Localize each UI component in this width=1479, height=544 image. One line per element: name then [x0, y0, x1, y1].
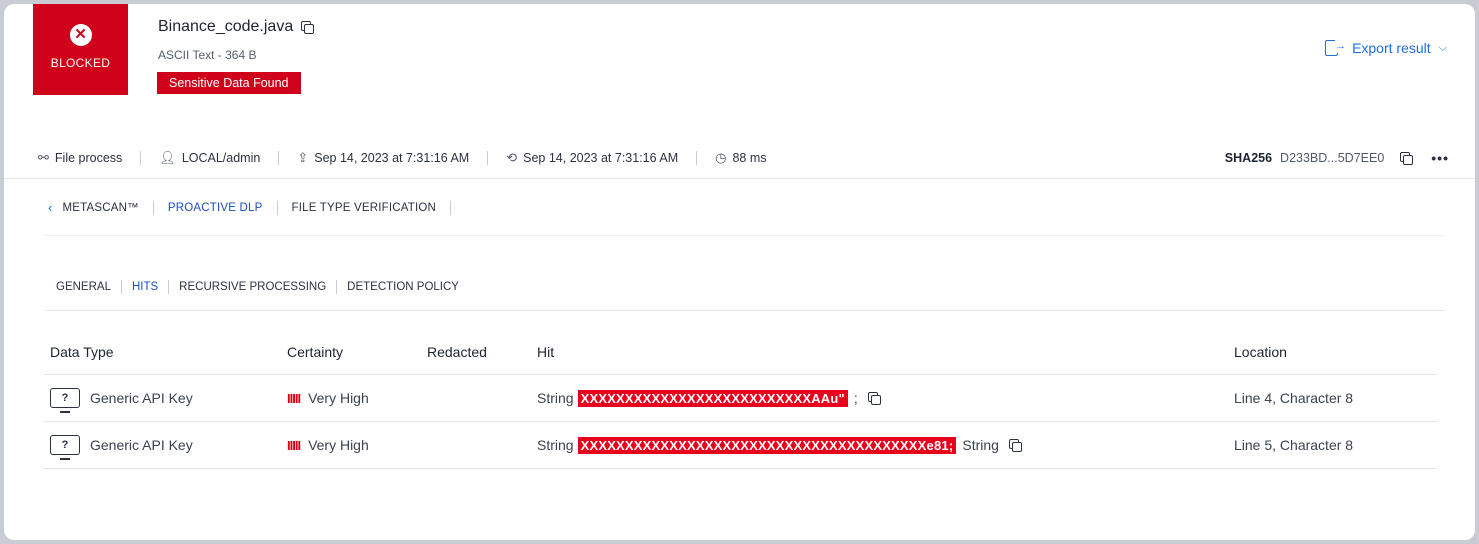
tab-file-type-verification[interactable]: FILE TYPE VERIFICATION	[292, 202, 437, 214]
column-header-location[interactable]: Location	[1234, 330, 1287, 374]
divider	[450, 200, 452, 215]
more-options-icon[interactable]: •••	[1431, 150, 1449, 166]
monitor-question-icon: ?	[50, 435, 80, 460]
hit-prefix: String	[537, 437, 574, 453]
column-header-redacted[interactable]: Redacted	[427, 330, 487, 374]
divider	[487, 151, 489, 165]
certainty-cell: IIIII Very High	[287, 375, 369, 421]
location-cell: Line 4, Character 8	[1234, 390, 1354, 406]
process-icon: ⚯	[38, 150, 49, 165]
file-name: Binance_code.java	[158, 18, 294, 35]
location-cell: Line 5, Character 8	[1234, 437, 1354, 453]
divider	[4, 178, 1475, 179]
hits-table: Data Type Certainty Redacted Hit Locatio…	[44, 330, 1437, 469]
copy-icon[interactable]	[301, 20, 315, 34]
certainty-label: Very High	[308, 437, 369, 453]
hit-cell: String XXXXXXXXXXXXXXXXXXXXXXXXXXAAu" ;	[537, 375, 881, 421]
sha256-info: SHA256 D233BD...5D7EE0 •••	[1225, 150, 1449, 166]
hash-value: D233BD...5D7EE0	[1280, 151, 1385, 165]
scan-result-panel: ✕ BLOCKED Binance_code.java ASCII Text -…	[4, 4, 1475, 540]
export-icon	[1325, 39, 1347, 56]
divider	[278, 151, 280, 165]
table-header: Data Type Certainty Redacted Hit Locatio…	[44, 330, 1437, 375]
upload-time-info: ⇪ Sep 14, 2023 at 7:31:16 AM	[297, 150, 469, 166]
divider	[276, 200, 278, 215]
divider	[168, 280, 170, 294]
divider	[44, 310, 1445, 311]
clock-icon: ◷	[715, 150, 727, 165]
data-type-cell: ? Generic API Key	[50, 422, 193, 468]
user-icon: 👤︎	[159, 150, 176, 165]
engine-tabs: ‹ METASCAN™ PROACTIVE DLP FILE TYPE VERI…	[48, 200, 465, 215]
user-info: 👤︎ LOCAL/admin	[159, 150, 260, 166]
verdict-block: ✕ BLOCKED	[33, 4, 128, 95]
tab-proactive-dlp[interactable]: PROACTIVE DLP	[168, 202, 263, 214]
redacted-hit: XXXXXXXXXXXXXXXXXXXXXXXXXXXXXXXXXXXXXXXe…	[577, 436, 957, 454]
divider	[44, 235, 1445, 236]
info-bar: ⚯ File process 👤︎ LOCAL/admin ⇪ Sep 14, …	[38, 148, 1449, 168]
tab-hits[interactable]: HITS	[132, 281, 158, 293]
column-header-hit[interactable]: Hit	[537, 330, 554, 374]
user-label: LOCAL/admin	[181, 151, 261, 165]
tab-metascan[interactable]: METASCAN™	[63, 202, 139, 214]
table-row[interactable]: ? Generic API Key IIIII Very High String…	[44, 422, 1437, 469]
copy-icon[interactable]	[1008, 438, 1022, 452]
sensitive-data-badge: Sensitive Data Found	[157, 72, 301, 94]
table-row[interactable]: ? Generic API Key IIIII Very High String…	[44, 375, 1437, 422]
column-header-data-type[interactable]: Data Type	[50, 330, 114, 374]
hit-cell: String XXXXXXXXXXXXXXXXXXXXXXXXXXXXXXXXX…	[537, 422, 1022, 468]
divider	[152, 200, 154, 215]
processed-time-info: ⟲ Sep 14, 2023 at 7:31:16 AM	[506, 150, 678, 166]
refresh-icon: ⟲	[506, 150, 518, 165]
export-result-button[interactable]: Export result ⌵	[1325, 39, 1447, 56]
export-label: Export result	[1352, 40, 1431, 56]
tab-detection-policy[interactable]: DETECTION POLICY	[347, 281, 459, 293]
chevron-left-icon[interactable]: ‹	[48, 200, 53, 215]
verdict-label: BLOCKED	[50, 56, 111, 70]
file-process-info: ⚯ File process	[38, 150, 122, 166]
certainty-label: Very High	[308, 390, 369, 406]
divider	[120, 280, 122, 294]
processed-time: Sep 14, 2023 at 7:31:16 AM	[523, 151, 679, 165]
hit-suffix: String	[962, 437, 999, 453]
divider	[336, 280, 338, 294]
upload-time: Sep 14, 2023 at 7:31:16 AM	[314, 151, 470, 165]
hit-prefix: String	[537, 390, 574, 406]
file-process-label: File process	[54, 151, 123, 165]
tab-general[interactable]: GENERAL	[56, 281, 111, 293]
data-type-label: Generic API Key	[90, 437, 193, 453]
data-type-cell: ? Generic API Key	[50, 375, 193, 421]
file-title: Binance_code.java	[158, 18, 315, 36]
hit-suffix: ;	[853, 390, 858, 406]
chevron-down-icon: ⌵	[1438, 41, 1447, 54]
hash-label: SHA256	[1224, 151, 1273, 165]
certainty-bars-icon: IIIII	[287, 390, 301, 406]
copy-icon[interactable]	[867, 391, 881, 405]
monitor-question-icon: ?	[50, 388, 80, 413]
column-header-certainty[interactable]: Certainty	[287, 330, 343, 374]
redacted-hit: XXXXXXXXXXXXXXXXXXXXXXXXXXAAu"	[577, 389, 848, 407]
data-type-label: Generic API Key	[90, 390, 193, 406]
duration: 88 ms	[732, 151, 767, 165]
divider	[140, 151, 142, 165]
upload-icon: ⇪	[297, 150, 309, 165]
duration-info: ◷ 88 ms	[715, 150, 766, 166]
divider	[696, 151, 698, 165]
certainty-bars-icon: IIIII	[287, 437, 301, 453]
dlp-sub-tabs: GENERAL HITS RECURSIVE PROCESSING DETECT…	[56, 280, 459, 294]
file-meta: ASCII Text - 364 B	[158, 48, 257, 62]
certainty-cell: IIIII Very High	[287, 422, 369, 468]
tab-recursive-processing[interactable]: RECURSIVE PROCESSING	[179, 281, 326, 293]
copy-icon[interactable]	[1400, 151, 1414, 165]
close-circle-icon: ✕	[69, 24, 92, 46]
